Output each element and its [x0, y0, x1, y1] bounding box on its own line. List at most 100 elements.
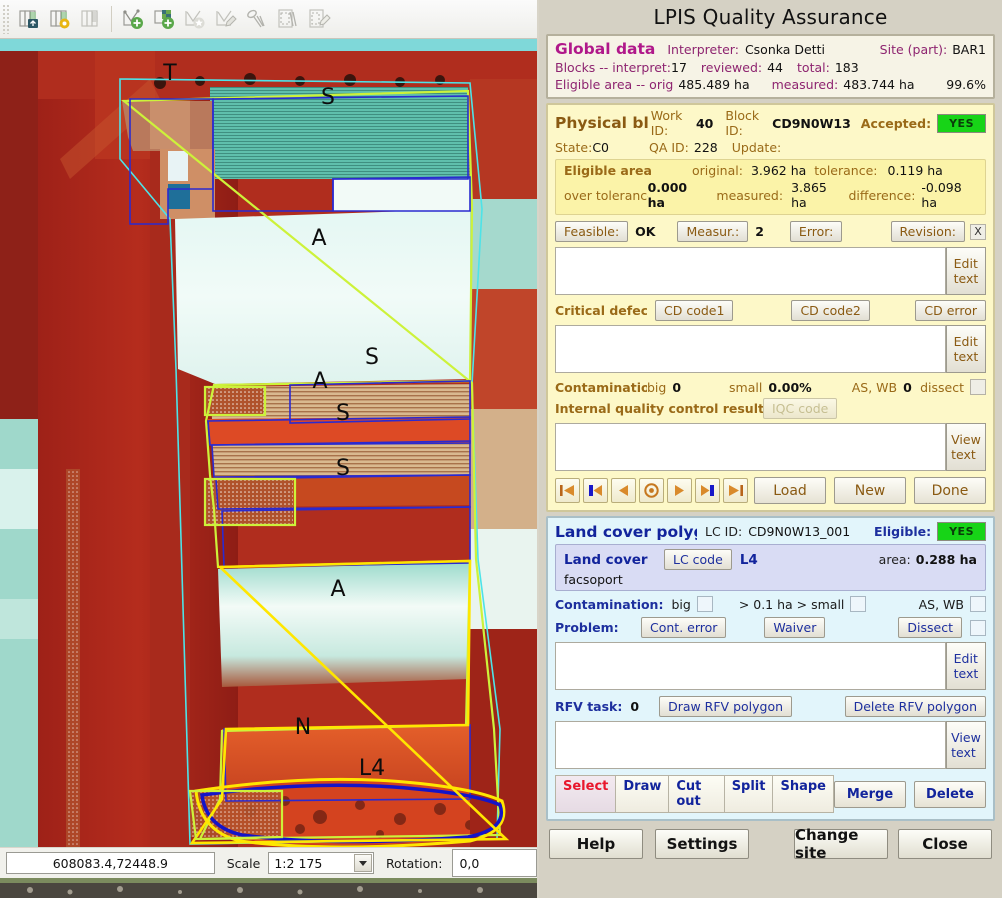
- dissect-button[interactable]: Dissect: [898, 617, 962, 638]
- parcel-label: S: [336, 456, 350, 481]
- next-block-button[interactable]: [695, 478, 720, 503]
- dissect-checkbox[interactable]: [970, 619, 986, 636]
- pb-aswb-value: 0: [903, 379, 912, 395]
- lc-id-value: CD9N0W13_001: [748, 524, 851, 539]
- scale-combobox[interactable]: 1:2 175: [268, 852, 374, 874]
- interpreter-label: Interpreter:: [667, 41, 739, 57]
- cont-error-button[interactable]: Cont. error: [641, 617, 727, 638]
- highlight-block-icon[interactable]: [45, 5, 74, 34]
- lc-area-value: 0.288 ha: [915, 552, 977, 567]
- accepted-status-badge: YES: [937, 113, 986, 133]
- cd-code2-button[interactable]: CD code2: [791, 300, 870, 321]
- revision-button[interactable]: Revision:: [890, 221, 965, 242]
- block-id-label: Block ID:: [725, 108, 760, 138]
- tool-select[interactable]: Select: [555, 775, 616, 813]
- measur-button[interactable]: Measur.:: [677, 221, 749, 242]
- pb-dissect-checkbox[interactable]: [970, 379, 986, 395]
- view-text-button-iqc[interactable]: View text: [946, 423, 986, 471]
- reviewed-value: 44: [767, 60, 784, 75]
- change-site-button[interactable]: Change site: [794, 826, 888, 862]
- edit-text-button-defect[interactable]: Edit text: [946, 325, 986, 373]
- state-label: State:: [555, 140, 593, 155]
- settings-button[interactable]: Settings: [655, 829, 749, 859]
- polygon-tool-segments[interactable]: Select Draw Cut out Split Shape: [555, 775, 834, 813]
- problem-textarea[interactable]: [555, 642, 946, 690]
- over-tolerance-value: 0.000 ha: [647, 180, 688, 210]
- lc-area-label: area:: [878, 552, 911, 567]
- revision-checkbox[interactable]: X: [970, 223, 986, 240]
- parcel-label: A: [312, 369, 327, 394]
- load-block-icon[interactable]: [14, 5, 43, 34]
- lc-name: facsoport: [564, 572, 623, 587]
- plain-block-icon[interactable]: [76, 5, 105, 34]
- delete-rfv-polygon-button[interactable]: Delete RFV polygon: [844, 696, 986, 717]
- critical-defect-textarea[interactable]: [555, 325, 946, 373]
- waiver-button[interactable]: Waiver: [764, 617, 826, 638]
- pb-dissect-label: dissect: [920, 379, 964, 395]
- lc-contamination-label: Contamination:: [555, 596, 664, 612]
- cd-code1-button[interactable]: CD code1: [655, 300, 734, 321]
- global-data-group: Global data Interpreter: Csonka Detti Si…: [546, 34, 995, 99]
- tool-split[interactable]: Split: [723, 775, 773, 813]
- clip-area-icon[interactable]: [304, 5, 333, 34]
- land-cover-label: Land cover: [564, 551, 648, 568]
- view-text-button-rfv[interactable]: View text: [946, 721, 986, 769]
- previous-record-button[interactable]: [611, 478, 636, 503]
- tool-shape[interactable]: Shape: [772, 775, 834, 813]
- parcel-label: A: [330, 577, 345, 602]
- problem-label: Problem:: [555, 620, 619, 635]
- physical-block-title: Physical block: [555, 114, 649, 132]
- parcel-label: S: [365, 345, 379, 370]
- chevron-down-icon[interactable]: [353, 854, 372, 872]
- load-button[interactable]: Load: [754, 477, 826, 504]
- cd-error-button[interactable]: CD error: [915, 300, 986, 321]
- merge-button[interactable]: Merge: [834, 780, 906, 808]
- close-button[interactable]: Close: [898, 829, 992, 859]
- lc-big-label: big: [671, 596, 691, 612]
- edit-polygon-icon[interactable]: [211, 5, 240, 34]
- new-button[interactable]: New: [834, 477, 906, 504]
- lc-big-checkbox[interactable]: [696, 596, 713, 612]
- tool-cut-out[interactable]: Cut out: [668, 775, 724, 813]
- lc-small-checkbox[interactable]: [850, 596, 867, 612]
- help-button[interactable]: Help: [549, 829, 643, 859]
- add-polygon-icon[interactable]: [118, 5, 147, 34]
- blocks-value: 17: [671, 60, 687, 75]
- iqc-code-button[interactable]: IQC code: [763, 398, 838, 419]
- iqc-textarea[interactable]: [555, 423, 946, 471]
- difference-label: difference:: [848, 187, 916, 203]
- pb-big-value: 0: [672, 379, 682, 395]
- done-button[interactable]: Done: [914, 477, 986, 504]
- add-filled-polygon-icon[interactable]: [149, 5, 178, 34]
- land-cover-group: Land cover polygon LC ID: CD9N0W13_001 E…: [546, 516, 995, 821]
- rfv-textarea[interactable]: [555, 721, 946, 769]
- measure-tool-icon[interactable]: [242, 5, 271, 34]
- star-polygon-icon[interactable]: [180, 5, 209, 34]
- error-button[interactable]: Error:: [789, 221, 843, 242]
- aerial-map-canvas[interactable]: T S A S A S S A N L4: [0, 39, 537, 847]
- select-area-icon[interactable]: [273, 5, 302, 34]
- draw-rfv-polygon-button[interactable]: Draw RFV polygon: [659, 696, 793, 717]
- next-record-button[interactable]: [667, 478, 692, 503]
- lc-code-button[interactable]: LC code: [664, 549, 732, 570]
- previous-block-button[interactable]: [583, 478, 608, 503]
- tool-draw[interactable]: Draw: [615, 775, 669, 813]
- edit-text-button-block[interactable]: Edit text: [946, 247, 986, 295]
- measur-value: 2: [755, 224, 764, 239]
- qa-id-label: QA ID:: [649, 140, 689, 155]
- block-note-textarea[interactable]: [555, 247, 946, 295]
- update-label: Update:: [731, 140, 782, 155]
- current-record-button[interactable]: [639, 478, 664, 503]
- last-record-button[interactable]: [723, 478, 748, 503]
- feasible-button[interactable]: Feasible:: [555, 221, 629, 242]
- edit-text-button-problem[interactable]: Edit text: [946, 642, 986, 690]
- eligible-percent: 99.6%: [946, 77, 986, 92]
- lc-aswb-checkbox[interactable]: [970, 596, 986, 612]
- first-record-button[interactable]: [555, 478, 580, 503]
- toolbar-drag-handle[interactable]: [2, 4, 10, 34]
- qa-panel: LPIS Quality Assurance Global data Inter…: [539, 0, 1002, 898]
- state-value: C0: [592, 140, 609, 155]
- scale-value: 1:2 175: [274, 855, 323, 871]
- rotation-input[interactable]: 0,0: [452, 849, 537, 877]
- delete-button[interactable]: Delete: [914, 780, 986, 808]
